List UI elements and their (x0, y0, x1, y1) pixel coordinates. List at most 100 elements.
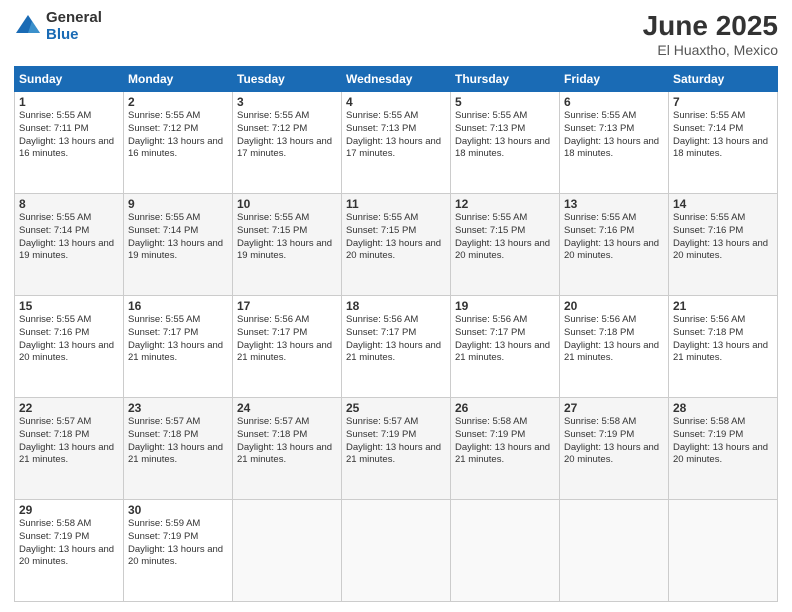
daylight-label: Daylight: 13 hours and 17 minutes. (237, 136, 332, 160)
day-info: Sunrise: 5:57 AM Sunset: 7:18 PM Dayligh… (128, 416, 228, 467)
sunrise-label: Sunrise: 5:55 AM (237, 110, 309, 121)
sunset-label: Sunset: 7:19 PM (455, 429, 525, 440)
day-number: 11 (346, 197, 446, 211)
sunrise-label: Sunrise: 5:55 AM (19, 110, 91, 121)
day-info: Sunrise: 5:58 AM Sunset: 7:19 PM Dayligh… (673, 416, 773, 467)
table-cell: 17 Sunrise: 5:56 AM Sunset: 7:17 PM Dayl… (233, 296, 342, 398)
sunset-label: Sunset: 7:11 PM (19, 123, 89, 134)
weekday-header-row: Sunday Monday Tuesday Wednesday Thursday… (15, 67, 778, 92)
sunrise-label: Sunrise: 5:58 AM (673, 416, 745, 427)
sunrise-label: Sunrise: 5:56 AM (455, 314, 527, 325)
sunrise-label: Sunrise: 5:58 AM (564, 416, 636, 427)
daylight-label: Daylight: 13 hours and 16 minutes. (128, 136, 223, 160)
calendar-week-row: 22 Sunrise: 5:57 AM Sunset: 7:18 PM Dayl… (15, 398, 778, 500)
daylight-label: Daylight: 13 hours and 21 minutes. (237, 442, 332, 466)
day-info: Sunrise: 5:55 AM Sunset: 7:13 PM Dayligh… (455, 110, 555, 161)
month-title: June 2025 (643, 10, 778, 42)
header-tuesday: Tuesday (233, 67, 342, 92)
daylight-label: Daylight: 13 hours and 21 minutes. (128, 442, 223, 466)
table-cell: 5 Sunrise: 5:55 AM Sunset: 7:13 PM Dayli… (451, 92, 560, 194)
daylight-label: Daylight: 13 hours and 17 minutes. (346, 136, 441, 160)
day-info: Sunrise: 5:55 AM Sunset: 7:16 PM Dayligh… (19, 314, 119, 365)
sunset-label: Sunset: 7:18 PM (237, 429, 307, 440)
daylight-label: Daylight: 13 hours and 21 minutes. (237, 340, 332, 364)
day-number: 12 (455, 197, 555, 211)
table-cell: 28 Sunrise: 5:58 AM Sunset: 7:19 PM Dayl… (669, 398, 778, 500)
day-number: 15 (19, 299, 119, 313)
day-info: Sunrise: 5:56 AM Sunset: 7:18 PM Dayligh… (673, 314, 773, 365)
day-number: 23 (128, 401, 228, 415)
table-cell: 6 Sunrise: 5:55 AM Sunset: 7:13 PM Dayli… (560, 92, 669, 194)
day-number: 16 (128, 299, 228, 313)
table-cell: 27 Sunrise: 5:58 AM Sunset: 7:19 PM Dayl… (560, 398, 669, 500)
day-number: 27 (564, 401, 664, 415)
daylight-label: Daylight: 13 hours and 21 minutes. (564, 340, 659, 364)
sunset-label: Sunset: 7:16 PM (19, 327, 89, 338)
day-number: 8 (19, 197, 119, 211)
sunset-label: Sunset: 7:15 PM (455, 225, 525, 236)
day-info: Sunrise: 5:58 AM Sunset: 7:19 PM Dayligh… (455, 416, 555, 467)
calendar-week-row: 8 Sunrise: 5:55 AM Sunset: 7:14 PM Dayli… (15, 194, 778, 296)
sunset-label: Sunset: 7:18 PM (128, 429, 198, 440)
table-cell: 13 Sunrise: 5:55 AM Sunset: 7:16 PM Dayl… (560, 194, 669, 296)
day-number: 19 (455, 299, 555, 313)
sunset-label: Sunset: 7:17 PM (346, 327, 416, 338)
sunrise-label: Sunrise: 5:56 AM (237, 314, 309, 325)
daylight-label: Daylight: 13 hours and 18 minutes. (673, 136, 768, 160)
table-cell: 25 Sunrise: 5:57 AM Sunset: 7:19 PM Dayl… (342, 398, 451, 500)
table-cell: 20 Sunrise: 5:56 AM Sunset: 7:18 PM Dayl… (560, 296, 669, 398)
daylight-label: Daylight: 13 hours and 21 minutes. (673, 340, 768, 364)
daylight-label: Daylight: 13 hours and 18 minutes. (455, 136, 550, 160)
sunrise-label: Sunrise: 5:56 AM (346, 314, 418, 325)
daylight-label: Daylight: 13 hours and 21 minutes. (455, 442, 550, 466)
header-monday: Monday (124, 67, 233, 92)
logo-text: General Blue (46, 10, 102, 43)
sunrise-label: Sunrise: 5:55 AM (19, 212, 91, 223)
daylight-label: Daylight: 13 hours and 19 minutes. (128, 238, 223, 262)
sunset-label: Sunset: 7:18 PM (673, 327, 743, 338)
sunset-label: Sunset: 7:15 PM (237, 225, 307, 236)
day-number: 21 (673, 299, 773, 313)
table-cell: 29 Sunrise: 5:58 AM Sunset: 7:19 PM Dayl… (15, 500, 124, 602)
sunset-label: Sunset: 7:14 PM (128, 225, 198, 236)
table-cell: 26 Sunrise: 5:58 AM Sunset: 7:19 PM Dayl… (451, 398, 560, 500)
day-info: Sunrise: 5:55 AM Sunset: 7:13 PM Dayligh… (346, 110, 446, 161)
page: General Blue June 2025 El Huaxtho, Mexic… (0, 0, 792, 612)
day-number: 3 (237, 95, 337, 109)
sunset-label: Sunset: 7:13 PM (346, 123, 416, 134)
daylight-label: Daylight: 13 hours and 21 minutes. (19, 442, 114, 466)
day-info: Sunrise: 5:55 AM Sunset: 7:17 PM Dayligh… (128, 314, 228, 365)
table-cell: 4 Sunrise: 5:55 AM Sunset: 7:13 PM Dayli… (342, 92, 451, 194)
table-cell (669, 500, 778, 602)
day-info: Sunrise: 5:55 AM Sunset: 7:13 PM Dayligh… (564, 110, 664, 161)
daylight-label: Daylight: 13 hours and 21 minutes. (455, 340, 550, 364)
day-info: Sunrise: 5:56 AM Sunset: 7:18 PM Dayligh… (564, 314, 664, 365)
sunset-label: Sunset: 7:19 PM (564, 429, 634, 440)
sunrise-label: Sunrise: 5:59 AM (128, 518, 200, 529)
daylight-label: Daylight: 13 hours and 20 minutes. (564, 442, 659, 466)
day-number: 4 (346, 95, 446, 109)
sunset-label: Sunset: 7:12 PM (237, 123, 307, 134)
sunset-label: Sunset: 7:16 PM (564, 225, 634, 236)
day-info: Sunrise: 5:55 AM Sunset: 7:12 PM Dayligh… (237, 110, 337, 161)
sunrise-label: Sunrise: 5:55 AM (564, 110, 636, 121)
sunrise-label: Sunrise: 5:55 AM (128, 110, 200, 121)
daylight-label: Daylight: 13 hours and 20 minutes. (19, 340, 114, 364)
sunset-label: Sunset: 7:15 PM (346, 225, 416, 236)
day-info: Sunrise: 5:55 AM Sunset: 7:16 PM Dayligh… (673, 212, 773, 263)
day-number: 22 (19, 401, 119, 415)
header-friday: Friday (560, 67, 669, 92)
sunrise-label: Sunrise: 5:55 AM (128, 212, 200, 223)
logo-general-text: General (46, 10, 102, 27)
daylight-label: Daylight: 13 hours and 20 minutes. (673, 442, 768, 466)
header-saturday: Saturday (669, 67, 778, 92)
daylight-label: Daylight: 13 hours and 21 minutes. (128, 340, 223, 364)
sunrise-label: Sunrise: 5:56 AM (673, 314, 745, 325)
table-cell (342, 500, 451, 602)
sunrise-label: Sunrise: 5:58 AM (455, 416, 527, 427)
table-cell: 15 Sunrise: 5:55 AM Sunset: 7:16 PM Dayl… (15, 296, 124, 398)
day-number: 26 (455, 401, 555, 415)
table-cell: 30 Sunrise: 5:59 AM Sunset: 7:19 PM Dayl… (124, 500, 233, 602)
daylight-label: Daylight: 13 hours and 21 minutes. (346, 340, 441, 364)
daylight-label: Daylight: 13 hours and 19 minutes. (237, 238, 332, 262)
